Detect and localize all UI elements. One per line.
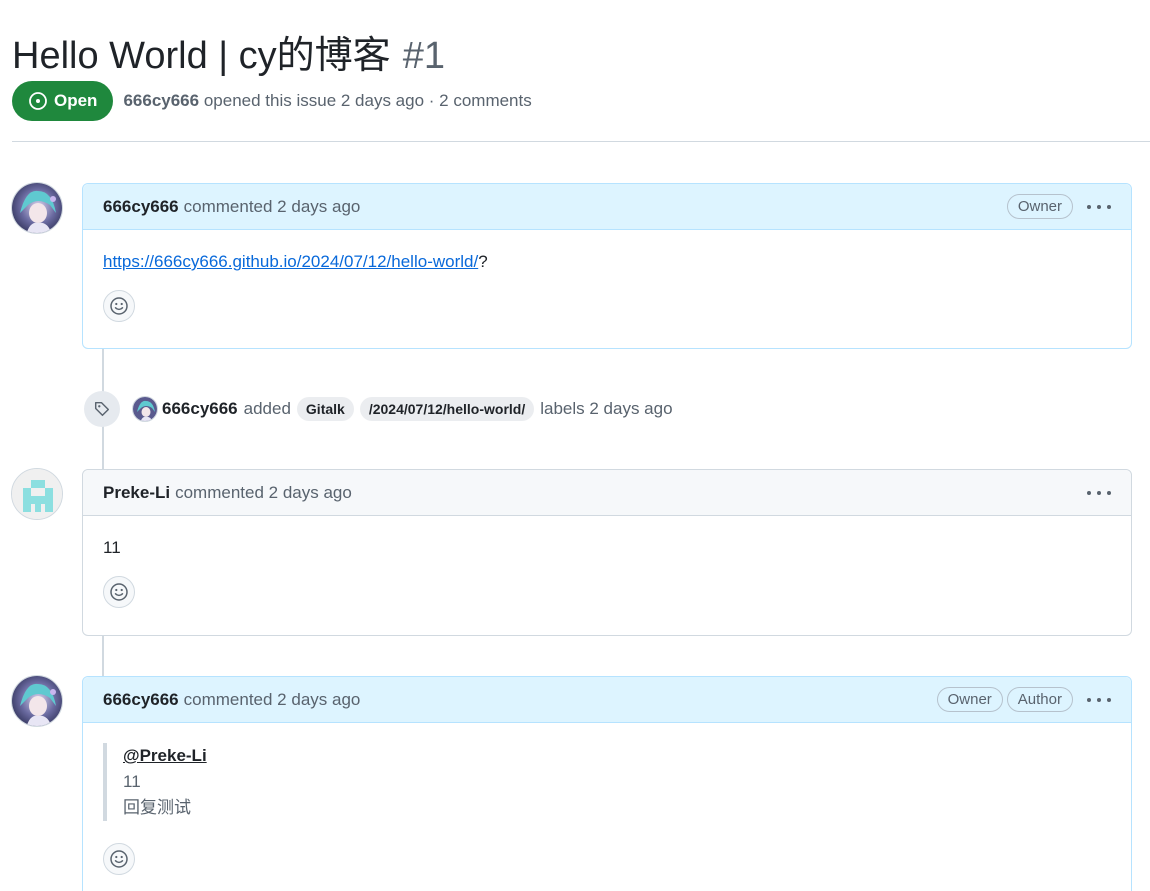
owner-badge: Owner (936, 687, 1003, 712)
kebab-dot (1107, 490, 1111, 495)
avatar[interactable] (11, 468, 63, 520)
comment-timestamp[interactable]: commented 2 days ago (184, 690, 361, 710)
smiley-icon (110, 850, 128, 868)
avatar[interactable] (132, 396, 158, 422)
comment-author-link[interactable]: 666cy666 (103, 690, 179, 710)
state-badge: Open (12, 81, 114, 121)
kebab-dot (1097, 204, 1101, 209)
issue-meta-text: 666cy666 opened this issue 2 days ago · … (123, 91, 531, 111)
comment-header: 666cy666 commented 2 days ago Owner (83, 184, 1131, 230)
event-author-link[interactable]: 666cy666 (162, 399, 238, 419)
owner-badge: Owner (1006, 194, 1073, 219)
identicon-image (12, 469, 62, 519)
issue-number: #1 (402, 35, 445, 77)
comment-menu-button[interactable] (1087, 483, 1111, 503)
issue-author-link[interactable]: 666cy666 (123, 91, 199, 110)
tag-icon (84, 391, 120, 427)
quote-line: 11 (123, 772, 141, 791)
issue-opened-icon (28, 91, 48, 111)
comment-card: 666cy666 commented 2 days ago Owner http… (82, 183, 1132, 349)
kebab-dot (1087, 490, 1091, 495)
event-suffix: labels 2 days ago (540, 399, 673, 418)
kebab-dot (1087, 697, 1091, 702)
comment-text-suffix: ? (478, 252, 488, 271)
kebab-dot (1107, 204, 1111, 209)
kebab-dot (1087, 204, 1091, 209)
issue-title-row: Hello World | cy的博客 #1 (12, 24, 445, 77)
comment-body: @Preke-Li 11 回复测试 (83, 723, 1131, 891)
kebab-dot (1107, 697, 1111, 702)
author-badge: Author (1006, 687, 1073, 712)
avatar-image (12, 183, 62, 233)
comment-card: Preke-Li commented 2 days ago 11 (82, 469, 1132, 636)
comment-header-actions: Owner Author (933, 687, 1111, 712)
timeline-label-event: 666cy666 added Gitalk /2024/07/12/hello-… (84, 390, 673, 428)
comment-card: 666cy666 commented 2 days ago Owner Auth… (82, 676, 1132, 891)
comment-timestamp[interactable]: commented 2 days ago (184, 197, 361, 217)
add-reaction-button[interactable] (103, 290, 135, 322)
kebab-dot (1097, 697, 1101, 702)
timeline-connector (102, 635, 104, 677)
issue-meta-detail: opened this issue 2 days ago · 2 comment… (203, 91, 532, 110)
add-reaction-button[interactable] (103, 843, 135, 875)
issue-title: Hello World | cy的博客 (12, 35, 391, 77)
comment-author-link[interactable]: 666cy666 (103, 197, 179, 217)
reply-quote: @Preke-Li 11 回复测试 (103, 743, 1111, 821)
smiley-icon (110, 297, 128, 315)
label-gitalk[interactable]: Gitalk (296, 397, 354, 421)
header-divider (12, 141, 1150, 142)
issue-meta: Open 666cy666 opened this issue 2 days a… (12, 81, 532, 121)
comment-author-link[interactable]: Preke-Li (103, 483, 170, 503)
quote-line: 回复测试 (123, 798, 191, 817)
comment-header: Preke-Li commented 2 days ago (83, 470, 1131, 516)
comment-menu-button[interactable] (1087, 197, 1111, 217)
kebab-dot (1097, 490, 1101, 495)
avatar[interactable] (11, 182, 63, 234)
comment-body: https://666cy666.github.io/2024/07/12/he… (83, 230, 1131, 342)
comment-link[interactable]: https://666cy666.github.io/2024/07/12/he… (103, 252, 478, 271)
user-mention-link[interactable]: @Preke-Li (123, 746, 207, 765)
avatar-image (133, 397, 157, 421)
avatar-image (12, 676, 62, 726)
event-action: added (243, 399, 291, 418)
avatar[interactable] (11, 675, 63, 727)
comment-header-actions (1073, 483, 1111, 503)
comment-body: 11 (83, 516, 1131, 628)
comment-header: 666cy666 commented 2 days ago Owner Auth… (83, 677, 1131, 723)
add-reaction-button[interactable] (103, 576, 135, 608)
state-label: Open (54, 91, 98, 110)
comment-timestamp[interactable]: commented 2 days ago (175, 483, 352, 503)
comment-text: https://666cy666.github.io/2024/07/12/he… (103, 252, 1111, 272)
comment-text: 11 (103, 538, 121, 557)
smiley-icon (110, 583, 128, 601)
comment-menu-button[interactable] (1087, 690, 1111, 710)
label-path[interactable]: /2024/07/12/hello-world/ (359, 397, 535, 421)
comment-header-actions: Owner (1003, 194, 1111, 219)
